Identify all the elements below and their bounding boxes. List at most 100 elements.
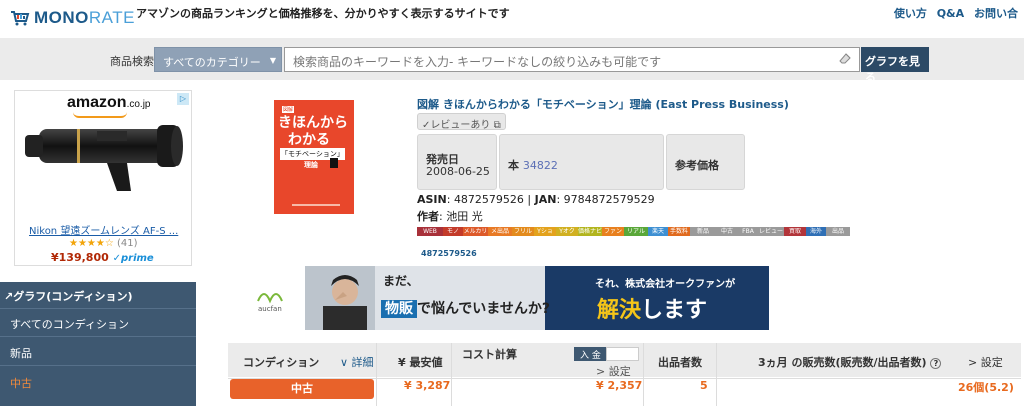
banner-right2-rest: します: [641, 298, 708, 323]
divider: [0, 336, 196, 337]
logo-text-mono: MONO: [34, 8, 89, 27]
amazon-brand-suffix: .co.jp: [126, 99, 151, 110]
condition-panel: ↗グラフ(コンディション) すべてのコンディション 新品 中古: [0, 282, 196, 406]
format-label: 本: [508, 159, 519, 172]
link-bar-item[interactable]: フリル: [512, 227, 534, 236]
search-label: 商品検索: [110, 55, 154, 68]
book-title-link[interactable]: 図解 きほんからわかる「モチベーション」理論 (East Press Busin…: [417, 96, 789, 112]
divider: [0, 365, 196, 366]
banner-right2: 解決します: [597, 292, 707, 324]
ad-rating: ★★★★☆ (41): [69, 238, 138, 249]
adchoices-icon[interactable]: ▷: [177, 93, 189, 105]
th-sales: 3ヵ月 の販売数(販売数/出品者数) ?: [758, 354, 942, 370]
search-bar: 商品検索 すべてのカテゴリー ▼ グラフを見る: [0, 38, 1024, 84]
link-bar-item[interactable]: Yショ: [534, 227, 556, 236]
link-bar-item[interactable]: 楽天: [648, 227, 668, 236]
external-link-icon: ⧉: [493, 120, 501, 131]
column-divider: [451, 343, 452, 406]
link-bar-item[interactable]: 新品: [690, 227, 716, 236]
column-divider: [376, 343, 377, 406]
asin-label: ASIN: [417, 193, 447, 206]
link-bar-item[interactable]: ファン: [602, 227, 624, 236]
format-rank-row: 本 34822: [508, 157, 558, 173]
author-line: 作者: 池田 光: [417, 210, 483, 223]
cover-figure-icon: [330, 158, 338, 168]
th-detail-toggle[interactable]: ∨ 詳細: [340, 354, 374, 370]
deposit-tag[interactable]: 入 金: [574, 347, 607, 361]
format-rank-box: 本 34822: [499, 134, 664, 190]
clear-search-icon[interactable]: [838, 52, 852, 65]
amazon-ad[interactable]: amazon.co.jp ▷ Nikon 望遠ズームレンズ AF-S ... ★…: [14, 90, 192, 266]
jan-label: JAN: [534, 193, 557, 206]
banner-line2: 物販 で悩んでいませんか?: [381, 298, 550, 318]
prime-badge: ✓prime: [112, 253, 154, 264]
jan-value: 9784872579529: [563, 193, 655, 206]
th-lowest-price: ¥ 最安値: [398, 356, 443, 369]
author-value: 池田 光: [446, 210, 483, 223]
sales-setting-link[interactable]: > 設定: [968, 354, 1003, 370]
amazon-logo: amazon.co.jp: [67, 94, 150, 112]
review-badge-text: ✓レビューあり: [422, 120, 491, 131]
th-sales-text: 3ヵ月 の販売数(販売数/出品者数): [758, 356, 927, 369]
condition-item-new[interactable]: 新品: [10, 345, 190, 361]
link-bar-item[interactable]: WEB: [417, 227, 443, 236]
aucfan-logo-text: aucfan: [258, 305, 282, 313]
release-date-value: 2008-06-25: [426, 165, 490, 178]
site-logo[interactable]: MONORATE: [10, 8, 135, 28]
help-icon[interactable]: ?: [930, 358, 942, 369]
condition-used-button[interactable]: 中古: [230, 379, 374, 399]
header-link-howto[interactable]: 使い方: [894, 7, 927, 20]
logo-text-rate: RATE: [88, 8, 135, 27]
star-rating-icon: ★★★★☆: [69, 238, 114, 249]
review-badge[interactable]: ✓レビューあり ⧉: [417, 113, 506, 131]
condition-item-all[interactable]: すべてのコンディション: [10, 316, 190, 332]
column-divider: [643, 343, 644, 406]
deposit-input[interactable]: [606, 347, 639, 361]
link-bar-item[interactable]: モノ: [443, 227, 463, 236]
link-bar-item[interactable]: 出品: [826, 227, 850, 236]
amazon-smile-icon: [73, 112, 127, 118]
condition-panel-title: ↗グラフ(コンディション): [4, 290, 133, 303]
cost-setting-link[interactable]: > 設定: [596, 363, 631, 379]
site-tagline: アマゾンの商品ランキングと価格推移を、分かりやすく表示するサイトです: [136, 7, 510, 20]
banner-right1: それ、株式会社オークファンが: [595, 279, 736, 290]
banner-line2-rest: で悩んでいませんか?: [417, 301, 551, 317]
category-select[interactable]: すべてのカテゴリー ▼: [154, 47, 282, 72]
format-rank-link[interactable]: 34822: [523, 159, 558, 172]
author-label: 作者: [417, 210, 439, 223]
ad-price-value: ¥139,800: [51, 251, 109, 264]
link-bar-item[interactable]: Yオク: [556, 227, 578, 236]
link-bar-item[interactable]: 海外: [806, 227, 826, 236]
ad-review-count: (41): [117, 238, 138, 249]
banner-right2-highlight: 解決: [597, 298, 642, 323]
link-bar-item[interactable]: FBA: [738, 227, 758, 236]
release-date-box: 発売日 2008-06-25: [417, 134, 497, 190]
column-divider: [716, 343, 717, 406]
cover-title-4: 理論: [304, 161, 318, 169]
divider: [0, 308, 196, 309]
header-link-qa[interactable]: Q&A: [937, 7, 964, 20]
link-bar-item[interactable]: 買取: [784, 227, 806, 236]
link-bar-item[interactable]: 中古: [716, 227, 738, 236]
link-bar-item[interactable]: メ出品: [488, 227, 512, 236]
aucfan-logo[interactable]: aucfan: [250, 283, 296, 315]
external-links-bar: WEB モノ メルカリ メ出品 フリル Yショ Yオク 価格ナビ ファン リアル 楽天 手数料 新品 中古…: [417, 227, 850, 236]
cell-sellers: 5: [700, 379, 708, 392]
search-button[interactable]: グラフを見る: [861, 47, 929, 84]
link-bar-item[interactable]: メルカリ: [463, 227, 488, 236]
book-cover-image[interactable]: 図解 きほんから わかる 「モチベーション」 理論: [274, 100, 354, 214]
camera-lens-image: [25, 125, 183, 191]
search-input[interactable]: [284, 47, 860, 72]
ad-product-link[interactable]: Nikon 望遠ズームレンズ AF-S ...: [29, 222, 178, 237]
link-bar-item[interactable]: リアル: [624, 227, 648, 236]
aucfan-banner[interactable]: まだ、 物販 で悩んでいませんか? それ、株式会社オークファンが 解決します: [305, 266, 769, 330]
condition-item-used[interactable]: 中古: [10, 375, 190, 391]
header-link-contact[interactable]: お問い合: [974, 7, 1018, 20]
header-links: 使い方 Q&A お問い合: [894, 5, 1024, 21]
asin-small-link[interactable]: 4872579526: [421, 249, 477, 258]
link-bar-item[interactable]: 手数料: [668, 227, 690, 236]
banner-line1: まだ、: [383, 274, 419, 288]
category-select-value: すべてのカテゴリー: [163, 56, 261, 69]
link-bar-item[interactable]: レビュー: [758, 227, 784, 236]
link-bar-item[interactable]: 価格ナビ: [578, 227, 602, 236]
